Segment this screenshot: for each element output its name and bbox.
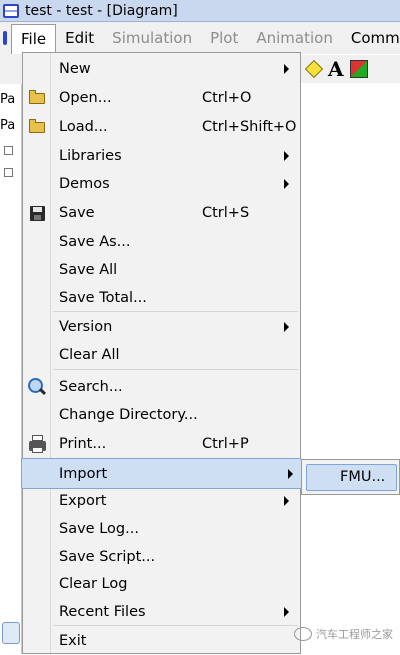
menu-item-label: Load... bbox=[59, 119, 108, 135]
menu-item-label: Import bbox=[59, 465, 108, 482]
menu-separator bbox=[53, 311, 298, 312]
menu-item-save-as[interactable]: Save As... bbox=[24, 228, 299, 256]
watermark: 汽车工程师之家 bbox=[294, 626, 393, 642]
menu-item-label: Change Directory... bbox=[59, 407, 198, 423]
menu-item-demos[interactable]: Demos bbox=[24, 170, 299, 198]
panel-button[interactable] bbox=[2, 622, 20, 644]
submenu-arrow-icon bbox=[288, 468, 293, 479]
package-browser-tab[interactable]: Pa bbox=[0, 92, 20, 112]
submenu-arrow-icon bbox=[284, 322, 289, 332]
menu-item-shortcut: Ctrl+O bbox=[202, 90, 252, 106]
menu-item-label: Print... bbox=[59, 436, 107, 452]
menu-item-save-all[interactable]: Save All bbox=[24, 256, 299, 284]
submenu-arrow-icon bbox=[284, 607, 289, 617]
app-window-icon bbox=[3, 3, 19, 18]
menu-item-save-script[interactable]: Save Script... bbox=[24, 543, 299, 571]
watermark-text: 汽车工程师之家 bbox=[316, 628, 393, 641]
menu-item-save[interactable]: Save Ctrl+S bbox=[24, 199, 299, 227]
menu-item-recent-files[interactable]: Recent Files bbox=[24, 598, 299, 626]
menu-edit[interactable]: Edit bbox=[56, 24, 103, 52]
menu-item-save-total[interactable]: Save Total... bbox=[24, 284, 299, 312]
menu-item-label: Demos bbox=[59, 176, 110, 192]
menu-item-clear-log[interactable]: Clear Log bbox=[24, 570, 299, 598]
tree-expand-icon[interactable] bbox=[4, 168, 13, 177]
menu-simulation[interactable]: Simulation bbox=[103, 24, 201, 52]
menu-item-shortcut: Ctrl+Shift+O bbox=[202, 119, 297, 135]
menu-item-import-fmu[interactable]: FMU... bbox=[306, 464, 397, 491]
toolbar-left-strip bbox=[0, 54, 22, 84]
menu-item-change-directory[interactable]: Change Directory... bbox=[24, 401, 299, 429]
menu-animation[interactable]: Animation bbox=[247, 24, 341, 52]
menu-item-label: Save Total... bbox=[59, 290, 147, 306]
menu-separator bbox=[53, 625, 298, 626]
menu-item-libraries[interactable]: Libraries bbox=[24, 142, 299, 170]
menu-item-search[interactable]: Search... bbox=[24, 373, 299, 401]
menu-item-print[interactable]: Print... Ctrl+P bbox=[24, 430, 299, 458]
menu-item-label: Search... bbox=[59, 379, 123, 395]
menu-item-label: Exit bbox=[59, 633, 87, 649]
menu-item-label: Save Log... bbox=[59, 521, 139, 537]
menu-item-save-log[interactable]: Save Log... bbox=[24, 515, 299, 543]
menu-item-label: Libraries bbox=[59, 148, 122, 164]
diamond-shape-icon[interactable] bbox=[304, 59, 324, 79]
load-folder-icon bbox=[26, 116, 48, 138]
file-menu-dropdown: New Open... Ctrl+O Load... Ctrl+Shift+O … bbox=[21, 52, 302, 655]
menu-item-label: Save As... bbox=[59, 234, 131, 250]
package-browser-header: Pa bbox=[0, 118, 16, 133]
submenu-arrow-icon bbox=[284, 64, 289, 74]
submenu-arrow-icon bbox=[284, 151, 289, 161]
magnifier-icon bbox=[26, 376, 48, 398]
printer-icon bbox=[26, 433, 48, 455]
menu-item-label: Open... bbox=[59, 90, 112, 106]
menu-item-shortcut: Ctrl+P bbox=[202, 436, 249, 452]
floppy-disk-icon bbox=[26, 202, 48, 224]
menu-item-label: Save All bbox=[59, 262, 118, 278]
drawing-toolbar: A bbox=[300, 55, 400, 83]
open-folder-icon bbox=[26, 87, 48, 109]
import-submenu: FMU... bbox=[301, 459, 400, 495]
menu-item-label: New bbox=[59, 61, 91, 77]
menu-item-label: Recent Files bbox=[59, 604, 146, 620]
window-title: test - test - [Diagram] bbox=[25, 2, 178, 19]
menu-item-exit[interactable]: Exit bbox=[24, 627, 299, 655]
system-menu-icon[interactable] bbox=[3, 31, 7, 45]
title-bar: test - test - [Diagram] bbox=[0, 0, 400, 22]
menu-plot[interactable]: Plot bbox=[201, 24, 247, 52]
submenu-arrow-icon bbox=[284, 179, 289, 189]
menu-item-label: Clear All bbox=[59, 347, 120, 363]
menu-item-load[interactable]: Load... Ctrl+Shift+O bbox=[24, 113, 299, 141]
menu-file[interactable]: File bbox=[11, 24, 57, 54]
text-icon[interactable]: A bbox=[328, 59, 344, 79]
menu-item-open[interactable]: Open... Ctrl+O bbox=[24, 84, 299, 112]
wechat-logo-icon bbox=[294, 627, 312, 641]
menu-commands[interactable]: Commar bbox=[342, 24, 400, 52]
submenu-arrow-icon bbox=[284, 496, 289, 506]
color-icon[interactable] bbox=[349, 60, 368, 78]
menu-item-label: Clear Log bbox=[59, 576, 128, 592]
menu-item-clear-all[interactable]: Clear All bbox=[24, 341, 299, 369]
menu-item-label: Export bbox=[59, 493, 107, 509]
menu-item-label: Save bbox=[59, 205, 95, 221]
menu-item-export[interactable]: Export bbox=[24, 487, 299, 515]
menu-item-import[interactable]: Import bbox=[21, 458, 302, 489]
menu-item-label: Save Script... bbox=[59, 549, 156, 565]
menu-item-label: Version bbox=[59, 319, 113, 335]
menu-item-shortcut: Ctrl+S bbox=[202, 205, 250, 221]
menu-item-version[interactable]: Version bbox=[24, 313, 299, 341]
menu-separator bbox=[53, 369, 298, 370]
tree-expand-icon[interactable] bbox=[4, 146, 13, 155]
menu-item-new[interactable]: New bbox=[24, 55, 299, 83]
menu-bar: File Edit Simulation Plot Animation Comm… bbox=[0, 22, 400, 54]
